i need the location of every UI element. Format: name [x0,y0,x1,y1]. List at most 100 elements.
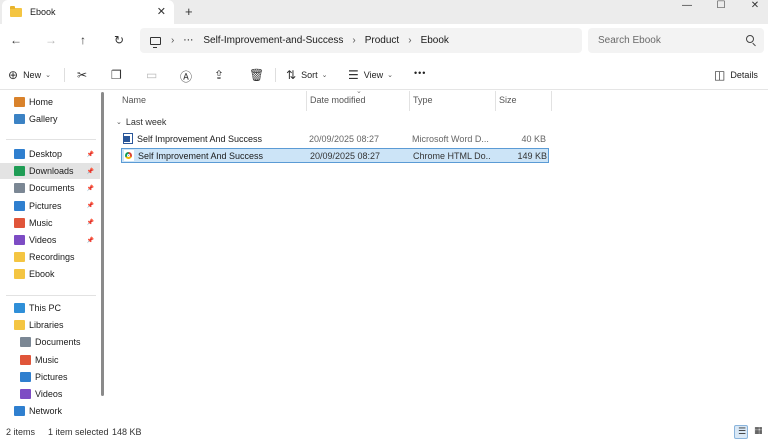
up-button[interactable]: ↑ [80,33,86,47]
search-box [588,28,764,53]
refresh-button[interactable]: ↻ [114,33,124,47]
sidebar-item-label: Pictures [35,371,68,382]
sidebar-item-label: Ebook [29,269,55,280]
search-input[interactable] [598,35,738,46]
command-bar: ⊕ New ⌄ ✂ ❐ ▭ Ⓐ ⇪ 🗑 ⇅ Sort ⌄ ☰ View ⌄ ••… [0,60,768,90]
group-header[interactable]: ⌄ Last week [116,117,166,127]
file-date: 20/09/2025 08:27 [310,151,381,161]
sidebar-item-music[interactable]: Music [0,352,100,368]
sidebar-item-pictures[interactable]: Pictures 📌 [0,198,100,214]
sidebar-item-recordings[interactable]: Recordings [0,249,100,265]
sidebar-item-pictures[interactable]: Pictures [0,369,100,385]
column-header-type[interactable]: Type [413,95,433,105]
chevron-down-icon: ⌄ [116,119,122,126]
maximize-button[interactable]: ☐ [704,0,738,14]
tab-close-button[interactable]: ✕ [157,5,166,18]
sort-chevron-icon: ⌄ [356,88,362,95]
documents-icon [14,183,25,194]
sidebar-item-desktop[interactable]: Desktop 📌 [0,146,100,162]
sidebar-item-network[interactable]: Network [0,403,100,419]
address-bar[interactable]: › ⋯ Self-Improvement-and-Success › Produ… [140,28,582,53]
sidebar-item-home[interactable]: Home [0,94,100,110]
column-divider [551,91,552,111]
view-button[interactable]: ☰ View ⌄ [348,68,393,82]
toolbar-divider [275,68,276,82]
sidebar-divider [6,139,96,140]
music-icon [20,354,31,365]
sidebar-item-videos[interactable]: Videos 📌 [0,232,100,248]
sidebar-scrollbar[interactable] [101,92,104,396]
scissors-icon: ✂ [77,68,88,82]
sidebar-item-this-pc[interactable]: This PC [0,300,100,316]
pictures-icon [20,371,31,382]
details-view-button[interactable]: ☰ [734,425,748,439]
copy-button[interactable]: ❐ [111,68,127,82]
sort-button[interactable]: ⇅ Sort ⌄ [286,68,327,82]
chevron-down-icon: ⌄ [387,72,393,79]
sidebar-item-label: Downloads [29,166,74,177]
share-button[interactable]: ⇪ [214,68,229,82]
list-view-icon: ☰ [738,426,747,436]
column-header-date[interactable]: Date modified [310,95,366,105]
column-divider [306,91,307,111]
sidebar-item-gallery[interactable]: Gallery [0,111,100,127]
address-row: ← → ↑ ↻ › ⋯ Self-Improvement-and-Success… [0,26,768,56]
file-type: Chrome HTML Do... [413,151,491,161]
sidebar-item-libraries[interactable]: Libraries [0,317,100,333]
copy-icon: ❐ [111,68,122,82]
sort-icon: ⇅ [286,68,297,82]
column-divider [495,91,496,111]
sidebar-item-music[interactable]: Music 📌 [0,215,100,231]
gallery-icon [14,114,25,124]
this-pc-icon [14,303,25,313]
breadcrumb-ebook[interactable]: Ebook [421,35,449,46]
sidebar-item-label: Gallery [29,114,58,124]
more-options-button[interactable]: ••• [414,68,426,78]
sidebar-item-label: Documents [35,337,81,348]
monitor-icon [150,36,161,48]
sidebar-item-videos[interactable]: Videos [0,386,100,402]
word-doc-icon [123,133,133,144]
tab-ebook[interactable]: Ebook ✕ [2,0,174,24]
pin-icon: 📌 [86,151,94,158]
details-label: Details [730,70,758,80]
forward-button[interactable]: → [45,33,57,47]
selection-count: 1 item selected [48,427,109,437]
sidebar-item-label: Videos [29,235,57,245]
file-name: Self Improvement And Success [137,134,263,144]
sidebar-item-label: Music [35,354,59,365]
tiles-view-button[interactable]: ▦ [751,425,765,439]
close-window-button[interactable]: ✕ [738,0,768,14]
sidebar-item-label: Music [29,217,53,228]
search-icon[interactable] [746,35,754,43]
minimize-button[interactable]: — [670,0,704,14]
back-button[interactable]: ← [10,33,22,47]
sidebar-item-ebook[interactable]: Ebook [0,266,100,282]
folder-icon [14,252,25,263]
details-pane-button[interactable]: ◫ Details [714,68,758,82]
pin-icon: 📌 [86,185,94,192]
column-divider [409,91,410,111]
new-tab-button[interactable]: + [185,4,193,19]
breadcrumb-self-improvement[interactable]: Self-Improvement-and-Success [203,35,343,46]
breadcrumb-product[interactable]: Product [365,35,399,46]
column-header-size[interactable]: Size [499,95,517,105]
new-button[interactable]: ⊕ New ⌄ [8,68,51,82]
file-row[interactable]: Self Improvement And Success 20/09/2025 0… [121,132,549,147]
delete-button[interactable]: 🗑 [249,68,269,82]
chevron-right-icon: › [408,35,412,46]
tiles-view-icon: ▦ [754,425,763,435]
breadcrumb-more-button[interactable]: ⋯ [183,35,193,46]
item-count: 2 items [6,427,36,437]
sidebar-item-downloads[interactable]: Downloads 📌 [0,163,100,180]
sidebar-item-documents[interactable]: Documents 📌 [0,180,100,196]
sidebar-divider [6,295,96,296]
rename-button[interactable]: Ⓐ [180,68,197,85]
column-header-name[interactable]: Name [122,95,146,105]
file-row[interactable]: Self Improvement And Success 20/09/2025 0… [121,148,549,163]
libraries-icon [14,320,25,331]
sidebar-item-label: Home [29,97,54,107]
paste-button[interactable]: ▭ [146,68,162,82]
cut-button[interactable]: ✂ [77,68,92,82]
sidebar-item-documents[interactable]: Documents [0,334,100,350]
